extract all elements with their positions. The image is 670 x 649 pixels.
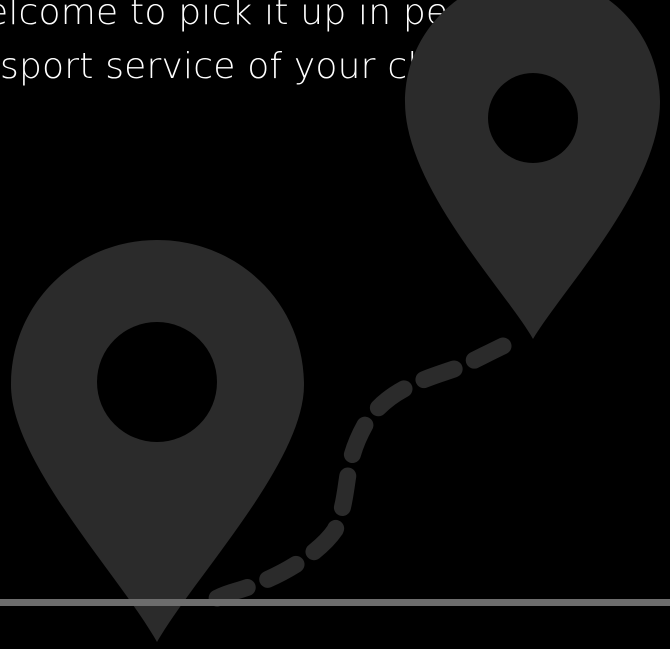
map-pin-icon [405, 0, 660, 339]
route-illustration [11, 0, 660, 642]
section-divider [0, 599, 670, 606]
delivery-section: elcome to pick it up in person sport ser… [0, 0, 670, 649]
